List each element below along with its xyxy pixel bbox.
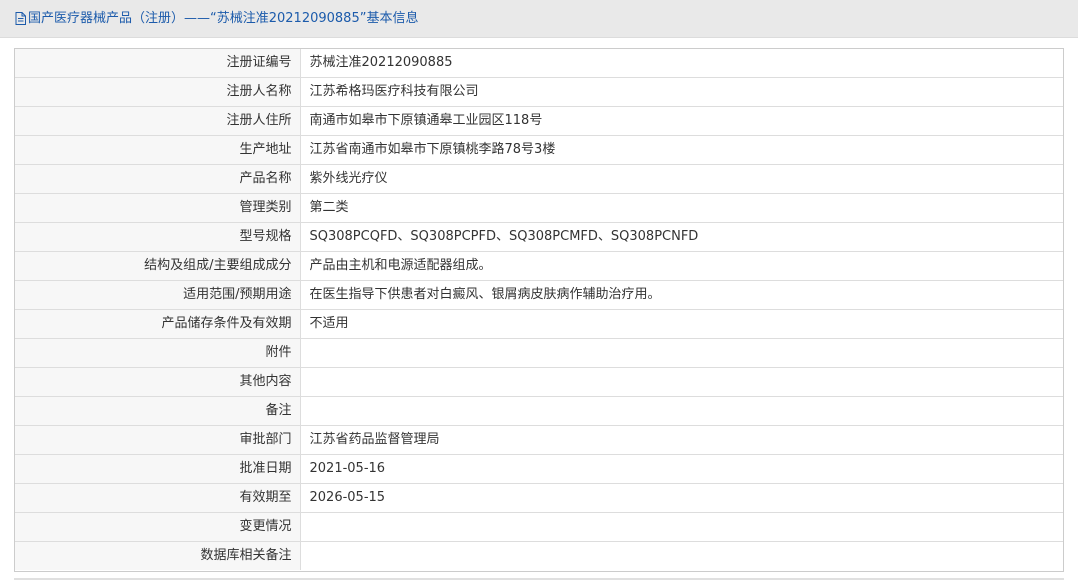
page-title: 国产医疗器械产品（注册）——“苏械注准20212090885”基本信息	[28, 11, 419, 26]
field-label: 附件	[15, 338, 301, 368]
table-row: 产品储存条件及有效期 不适用	[15, 309, 1063, 339]
field-label: 批准日期	[15, 454, 301, 484]
table-row: 管理类别 第二类	[15, 193, 1063, 223]
table-row: 型号规格 SQ308PCQFD、SQ308PCPFD、SQ308PCMFD、SQ3…	[15, 222, 1063, 252]
field-label: 审批部门	[15, 425, 301, 455]
field-label: 其他内容	[15, 367, 301, 397]
document-icon	[15, 12, 26, 25]
field-value: 苏械注准20212090885	[300, 49, 1063, 78]
field-label: 产品储存条件及有效期	[15, 309, 301, 339]
table-row: 变更情况	[15, 512, 1063, 542]
field-value: 第二类	[300, 193, 1063, 223]
field-label: 产品名称	[15, 164, 301, 194]
field-value: 2026-05-15	[300, 483, 1063, 513]
table-row: 数据库相关备注	[15, 541, 1063, 571]
field-value: 不适用	[300, 309, 1063, 339]
field-label: 注册证编号	[15, 49, 301, 78]
field-value	[300, 512, 1063, 542]
field-value: 产品由主机和电源适配器组成。	[300, 251, 1063, 281]
field-value: 南通市如皋市下原镇通皋工业园区118号	[300, 106, 1063, 136]
field-label: 适用范围/预期用途	[15, 280, 301, 310]
table-row: 备注	[15, 396, 1063, 426]
table-row: 注册证编号 苏械注准20212090885	[15, 49, 1063, 78]
field-label: 生产地址	[15, 135, 301, 165]
field-value	[300, 542, 1063, 571]
field-value: 在医生指导下供患者对白癜风、银屑病皮肤病作辅助治疗用。	[300, 280, 1063, 310]
table-row: 注册人住所 南通市如皋市下原镇通皋工业园区118号	[15, 106, 1063, 136]
table-row: 生产地址 江苏省南通市如皋市下原镇桃李路78号3楼	[15, 135, 1063, 165]
field-value: 江苏省药品监督管理局	[300, 425, 1063, 455]
table-row: 审批部门 江苏省药品监督管理局	[15, 425, 1063, 455]
table-row: 适用范围/预期用途 在医生指导下供患者对白癜风、银屑病皮肤病作辅助治疗用。	[15, 280, 1063, 310]
field-label: 结构及组成/主要组成成分	[15, 251, 301, 281]
field-label: 型号规格	[15, 222, 301, 252]
table-row: 有效期至 2026-05-15	[15, 483, 1063, 513]
field-label: 变更情况	[15, 512, 301, 542]
info-panel: 注册证编号 苏械注准20212090885 注册人名称 江苏希格玛医疗科技有限公司 注册…	[14, 48, 1064, 572]
field-value: 2021-05-16	[300, 454, 1063, 484]
field-label: 注册人住所	[15, 106, 301, 136]
field-label: 管理类别	[15, 193, 301, 223]
field-value	[300, 367, 1063, 397]
info-table: 注册证编号 苏械注准20212090885 注册人名称 江苏希格玛医疗科技有限公司 注册…	[15, 49, 1063, 570]
table-row: 产品名称 紫外线光疗仪	[15, 164, 1063, 194]
field-value: SQ308PCQFD、SQ308PCPFD、SQ308PCMFD、SQ308PC…	[300, 222, 1063, 252]
field-value: 江苏省南通市如皋市下原镇桃李路78号3楼	[300, 135, 1063, 165]
field-value	[300, 338, 1063, 368]
field-value	[300, 396, 1063, 426]
table-row: 其他内容	[15, 367, 1063, 397]
field-label: 备注	[15, 396, 301, 426]
table-row: 附件	[15, 338, 1063, 368]
field-label: 注册人名称	[15, 77, 301, 107]
table-row: 批准日期 2021-05-16	[15, 454, 1063, 484]
field-label: 数据库相关备注	[15, 541, 301, 570]
table-row: 注册人名称 江苏希格玛医疗科技有限公司	[15, 77, 1063, 107]
field-label: 有效期至	[15, 483, 301, 513]
divider	[14, 578, 1064, 580]
field-value: 江苏希格玛医疗科技有限公司	[300, 77, 1063, 107]
table-row: 结构及组成/主要组成成分 产品由主机和电源适配器组成。	[15, 251, 1063, 281]
page-header: 国产医疗器械产品（注册）——“苏械注准20212090885”基本信息	[0, 0, 1078, 38]
field-value: 紫外线光疗仪	[300, 164, 1063, 194]
